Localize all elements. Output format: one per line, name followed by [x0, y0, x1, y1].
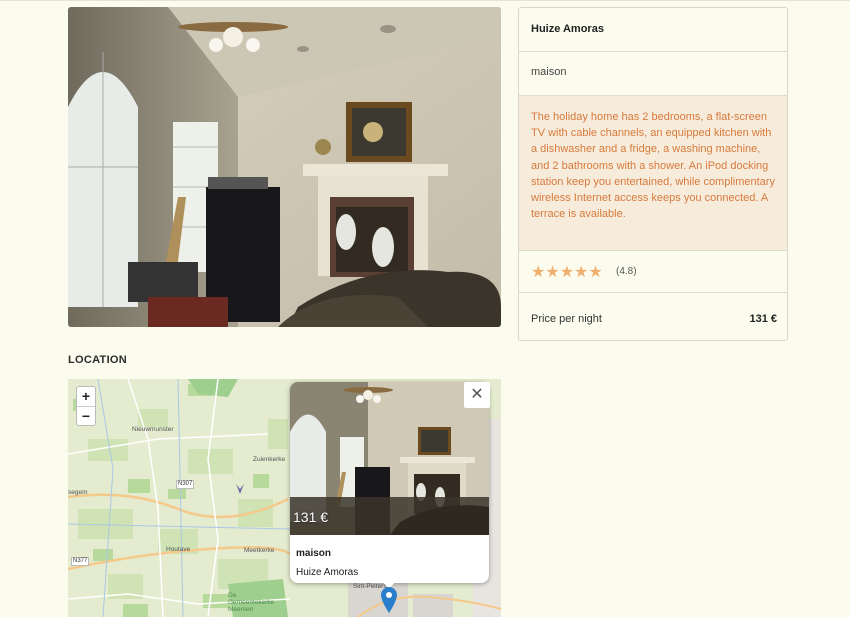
location-heading: LOCATION [68, 354, 128, 366]
popup-price: 131 € [293, 509, 329, 525]
star-rating-icon: ★★★★★ [531, 264, 603, 281]
listing-description: The holiday home has 2 bedrooms, a flat-… [531, 111, 775, 221]
map-popup[interactable]: 131 € maison Huize Amoras [290, 382, 489, 583]
top-divider [0, 0, 850, 1]
town-label: Meetkerke [244, 547, 275, 554]
popup-close-button[interactable]: ✕ [464, 382, 490, 408]
location-map[interactable]: Nieuwmunster Zuienkerke Houtave Meetkerk… [68, 379, 501, 617]
zoom-control: + − [76, 386, 96, 426]
town-label: segem [68, 489, 88, 496]
road-label: N377 [71, 557, 90, 566]
road-label: N307 [176, 480, 195, 489]
listing-photo [68, 7, 501, 327]
town-label: Houtave [166, 546, 191, 553]
property-type: maison [531, 66, 567, 78]
town-label: Zuienkerke [253, 456, 286, 463]
popup-name: Huize Amoras [296, 567, 359, 578]
popup-type: maison [296, 548, 332, 559]
price-value: 131 € [749, 313, 777, 325]
listing-title: Huize Amoras [531, 23, 604, 35]
zoom-out-button[interactable]: − [77, 407, 95, 426]
rating-value: (4.8) [616, 266, 637, 277]
zoom-in-button[interactable]: + [77, 387, 95, 407]
map-marker-icon[interactable] [381, 587, 397, 613]
listing-card: Huize Amoras maison The holiday home has… [518, 7, 788, 341]
price-label: Price per night [531, 313, 602, 325]
town-label: Nieuwmunster [132, 426, 174, 433]
town-label: De Gemeentekerke Meersen [228, 592, 275, 613]
popup-photo[interactable]: 131 € [290, 382, 489, 535]
